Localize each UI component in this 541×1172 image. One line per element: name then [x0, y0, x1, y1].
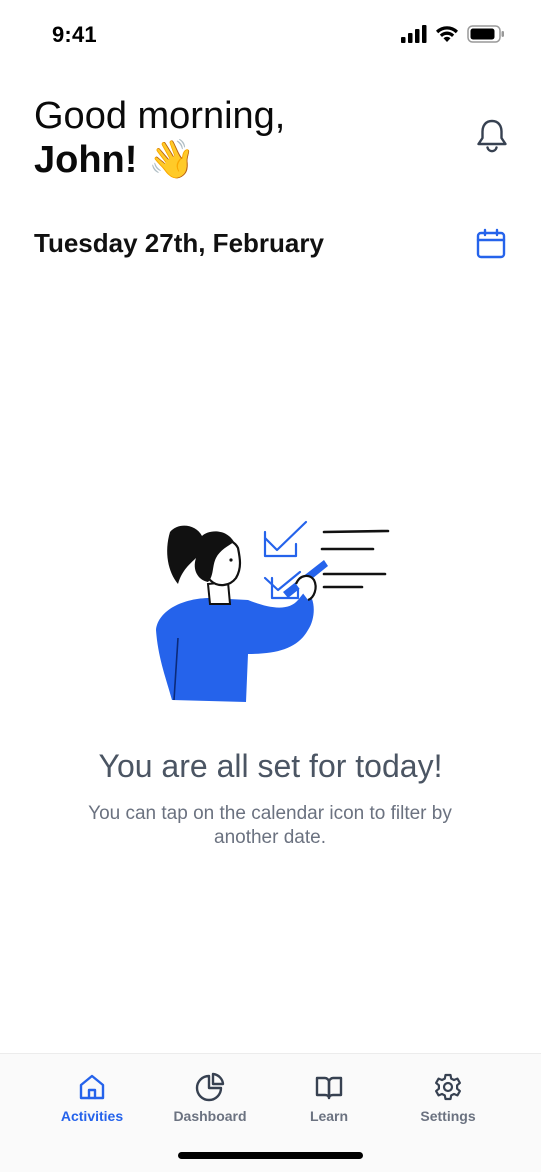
- status-bar: 9:41: [0, 0, 541, 72]
- gear-icon: [435, 1073, 461, 1101]
- nav-label-settings: Settings: [420, 1108, 476, 1124]
- nav-item-learn[interactable]: Learn: [270, 1072, 388, 1124]
- checklist-illustration: [156, 520, 390, 702]
- user-name: John!: [34, 139, 138, 181]
- status-time: 9:41: [52, 22, 97, 47]
- nav-item-activities[interactable]: Activities: [33, 1072, 151, 1124]
- greeting-text: Good morning,: [34, 95, 286, 137]
- selected-date: Tuesday 27th, February: [34, 228, 324, 258]
- home-icon: [79, 1074, 105, 1100]
- calendar-icon: [476, 228, 506, 259]
- status-icons: [401, 25, 505, 43]
- signal-icon: [401, 25, 427, 43]
- nav-label-learn: Learn: [309, 1108, 349, 1124]
- wifi-icon: [436, 26, 458, 42]
- calendar-button[interactable]: [475, 228, 507, 260]
- nav-label-activities: Activities: [60, 1108, 124, 1124]
- notifications-button[interactable]: [475, 118, 509, 154]
- pie-chart-icon: [195, 1072, 225, 1102]
- empty-state-title: You are all set for today!: [98, 748, 443, 784]
- bell-icon: [477, 119, 507, 153]
- greeting-heading: Good morning, John! 👋: [34, 94, 285, 182]
- nav-item-settings[interactable]: Settings: [389, 1072, 507, 1124]
- nav-label-dashboard: Dashboard: [173, 1108, 247, 1124]
- book-icon: [315, 1076, 343, 1100]
- empty-state-subtitle: You can tap on the calendar icon to filt…: [88, 803, 452, 848]
- battery-icon: [467, 25, 504, 43]
- checklist-lines: [320, 529, 390, 589]
- greeting-name-line: John! 👋: [34, 138, 285, 182]
- home-indicator: [178, 1152, 363, 1159]
- person-body: [156, 590, 314, 702]
- nav-item-dashboard[interactable]: Dashboard: [151, 1072, 269, 1124]
- waving-hand-emoji: 👋: [148, 139, 196, 181]
